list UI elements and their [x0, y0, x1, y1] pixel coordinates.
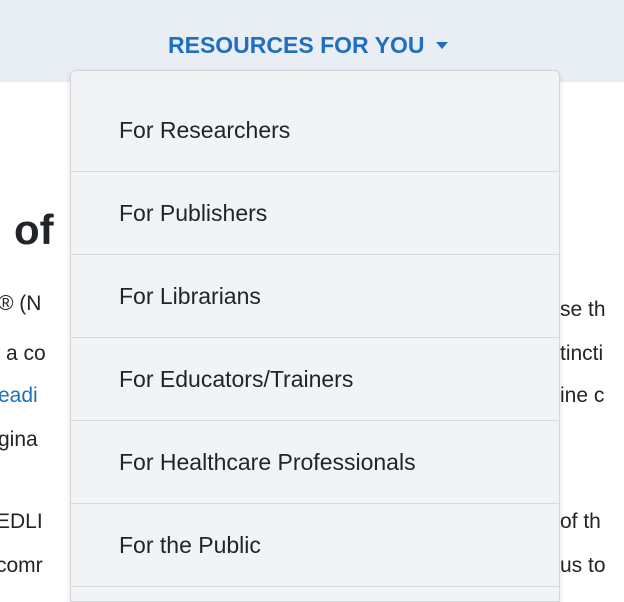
page-heading: of: [14, 206, 54, 253]
menu-item-educators-trainers[interactable]: For Educators/Trainers: [71, 338, 559, 421]
body-text-fragment: se th: [560, 298, 606, 321]
body-link-fragment[interactable]: eadi: [0, 384, 38, 408]
body-text-fragment: ® (N: [0, 292, 42, 315]
menu-item-librarians[interactable]: For Librarians: [71, 255, 559, 338]
menu-item-public[interactable]: For the Public: [71, 504, 559, 587]
body-text-fragment: ine c: [560, 384, 605, 407]
menu-item-label: For the Public: [119, 531, 261, 558]
resources-dropdown-toggle[interactable]: RESOURCES FOR YOU: [168, 28, 449, 62]
body-text-fragment: EDLI: [0, 510, 43, 533]
menu-item-researchers[interactable]: For Researchers: [71, 89, 559, 172]
menu-item-label: For Educators/Trainers: [119, 365, 354, 392]
caret-down-icon: [436, 41, 449, 49]
menu-item-label: For Healthcare Professionals: [119, 448, 416, 475]
menu-item-publishers[interactable]: For Publishers: [71, 172, 559, 255]
menu-item-label: For Researchers: [119, 116, 291, 143]
body-text-fragment: tincti: [560, 342, 604, 365]
resources-dropdown-menu: For Researchers For Publishers For Libra…: [70, 70, 560, 602]
body-text-fragment: gina: [0, 428, 38, 451]
menu-item-healthcare-professionals[interactable]: For Healthcare Professionals: [71, 421, 559, 504]
body-text-fragment: of th: [560, 510, 601, 533]
menu-item-label: For Librarians: [119, 282, 261, 309]
resources-dropdown-label: RESOURCES FOR YOU: [168, 31, 425, 58]
body-text-fragment: comr: [0, 554, 43, 577]
body-text-fragment: a co: [6, 342, 46, 365]
body-text-fragment: us to: [560, 554, 606, 577]
menu-item-label: For Publishers: [119, 199, 268, 226]
